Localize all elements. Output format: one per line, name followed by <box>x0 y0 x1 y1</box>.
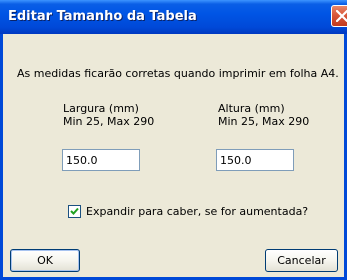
checkmark-icon <box>70 207 79 215</box>
height-input[interactable] <box>216 149 294 171</box>
close-icon <box>336 10 347 22</box>
window-title: Editar Tamanho da Tabela <box>8 9 197 24</box>
width-label: Largura (mm) <box>63 102 139 115</box>
cancel-button[interactable]: Cancelar <box>265 249 338 272</box>
close-button[interactable] <box>331 5 347 27</box>
title-bar[interactable]: Editar Tamanho da Tabela <box>0 0 347 34</box>
expand-checkbox-label[interactable]: Expandir para caber, se for aumentada? <box>86 205 308 218</box>
width-range: Min 25, Max 290 <box>63 115 155 128</box>
width-input[interactable] <box>62 149 140 171</box>
ok-button[interactable]: OK <box>10 249 80 272</box>
height-label: Altura (mm) <box>218 102 285 115</box>
expand-checkbox[interactable] <box>68 205 81 218</box>
info-message: As medidas ficarão corretas quando impri… <box>17 67 339 80</box>
height-range: Min 25, Max 290 <box>218 115 310 128</box>
